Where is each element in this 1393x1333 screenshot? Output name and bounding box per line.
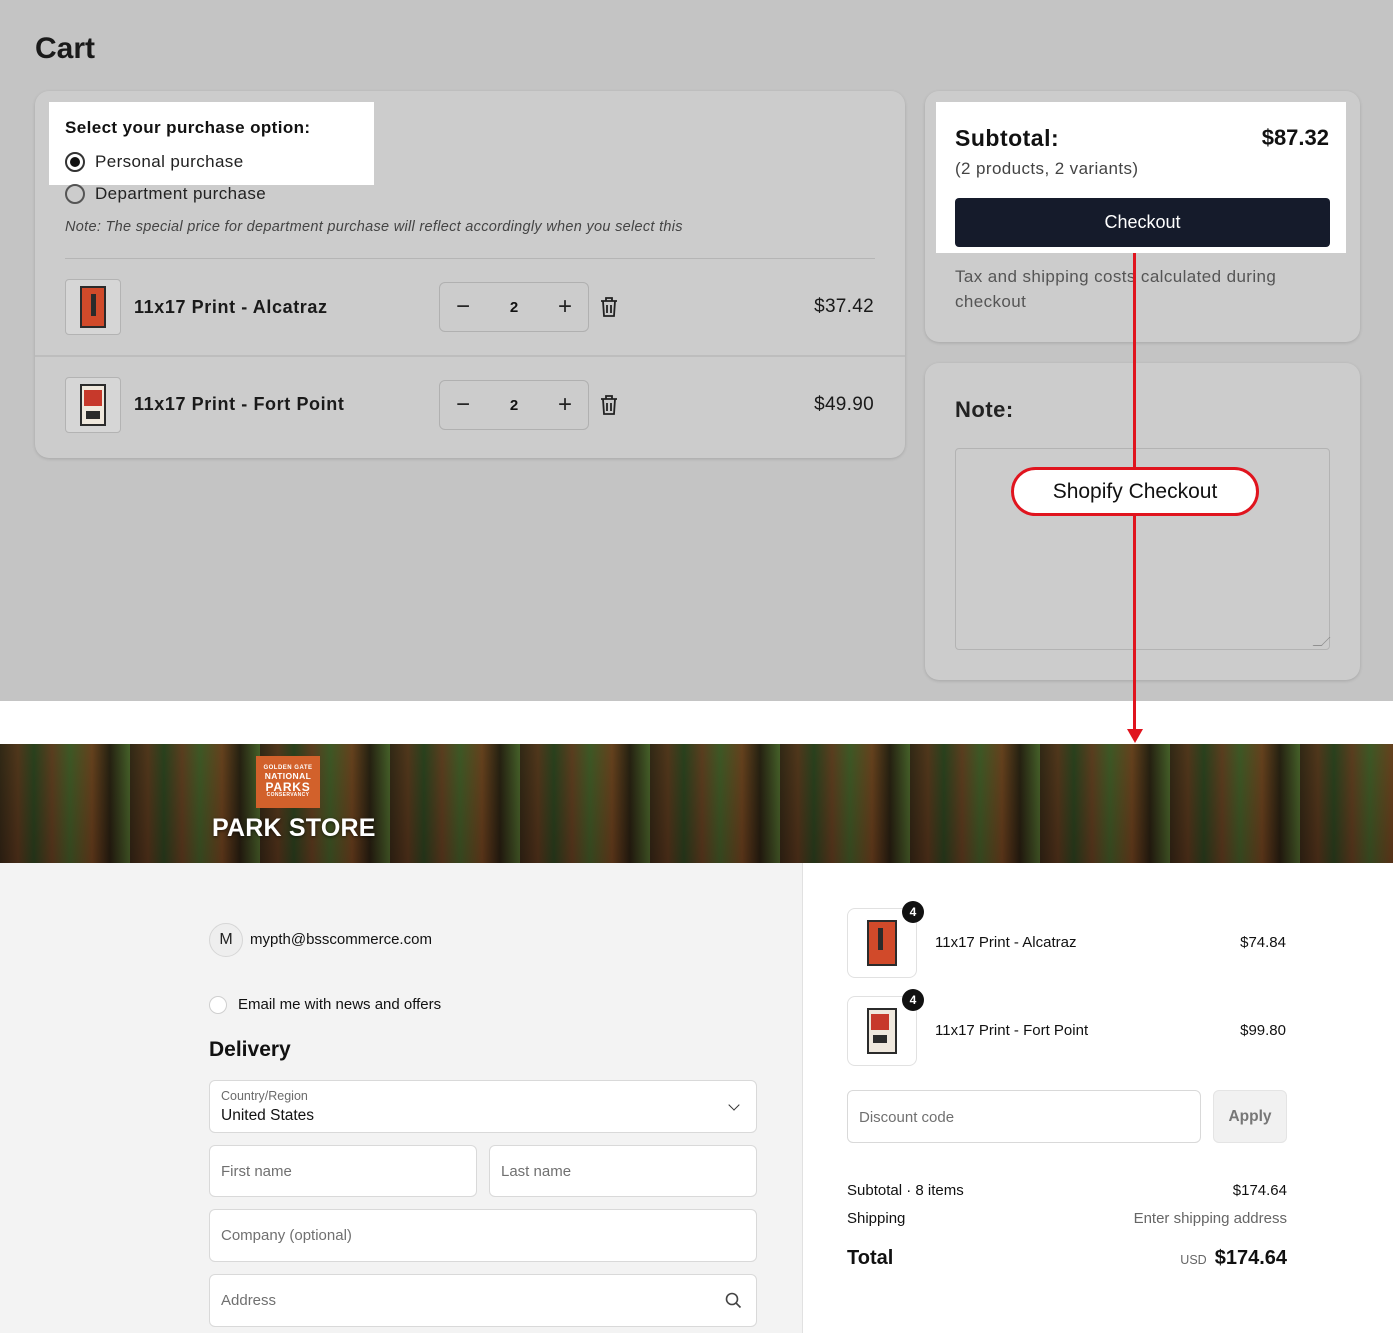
trash-icon[interactable]	[599, 394, 619, 416]
newsletter-checkbox[interactable]	[209, 996, 227, 1014]
purchase-option-highlight	[49, 102, 374, 185]
purchase-option-title: Select your purchase option:	[65, 118, 311, 137]
country-value: United States	[221, 1107, 315, 1124]
input-placeholder: Address	[221, 1292, 277, 1309]
radio-unselected-icon[interactable]	[65, 184, 85, 204]
row-divider	[35, 355, 905, 357]
store-name[interactable]: PARK STORE	[212, 814, 376, 843]
delivery-heading: Delivery	[209, 1038, 291, 1061]
quantity-badge: 4	[902, 989, 924, 1011]
last-name-input[interactable]: Last name	[489, 1145, 757, 1197]
address-input[interactable]: Address	[209, 1274, 757, 1327]
subtotal-value: $87.32	[1261, 125, 1329, 150]
subtotal-value: $174.64	[1232, 1182, 1287, 1199]
radio-department-purchase[interactable]: Department purchase	[65, 184, 266, 204]
currency-code: USD	[1180, 1253, 1207, 1267]
total-value: $174.64	[1214, 1247, 1287, 1269]
cart-item-price: $49.90	[814, 394, 874, 415]
tax-shipping-note: Tax and shipping costs calculated during…	[955, 267, 1277, 311]
annotation-arrow-icon	[1127, 729, 1143, 743]
shipping-value: Enter shipping address	[1133, 1210, 1287, 1227]
total-row: Total USD $174.64	[847, 1247, 1287, 1270]
radio-selected-icon[interactable]	[65, 152, 85, 172]
divider	[65, 258, 875, 259]
search-icon	[725, 1292, 742, 1309]
input-placeholder: Company (optional)	[221, 1227, 352, 1244]
annotation-line	[1133, 515, 1136, 731]
subtotal-label: Subtotal · 8 items	[847, 1182, 964, 1199]
qty-value[interactable]: 2	[510, 397, 518, 414]
discount-code-input[interactable]: Discount code	[847, 1090, 1201, 1143]
product-thumbnail[interactable]	[65, 279, 121, 335]
order-item-thumbnail: 4	[847, 901, 924, 978]
subtotal-row: Subtotal · 8 items $174.64	[847, 1182, 1287, 1199]
trash-icon[interactable]	[599, 296, 619, 318]
store-banner: GOLDEN GATE NATIONAL PARKS CONSERVANCY P…	[0, 744, 1393, 863]
logo-text: CONSERVANCY	[266, 792, 310, 799]
cart-item-name[interactable]: 11x17 Print - Alcatraz	[134, 297, 328, 318]
increase-qty-button[interactable]: +	[558, 393, 572, 417]
total-label: Total	[847, 1247, 894, 1269]
cart-screen: Cart Select your purchase option: Person…	[0, 0, 1393, 701]
quantity-stepper: − 2 +	[439, 282, 589, 332]
first-name-input[interactable]: First name	[209, 1145, 477, 1197]
decrease-qty-button[interactable]: −	[456, 295, 470, 319]
input-placeholder: Last name	[501, 1163, 572, 1180]
subtotal-note: (2 products, 2 variants)	[955, 159, 1139, 178]
order-item-price: $99.80	[1240, 1022, 1286, 1039]
country-select[interactable]: Country/Region United States	[209, 1080, 757, 1133]
account-avatar[interactable]: M	[209, 923, 243, 957]
alcatraz-print-icon	[80, 286, 106, 328]
quantity-badge: 4	[902, 901, 924, 923]
apply-discount-button[interactable]: Apply	[1213, 1090, 1287, 1143]
page-title: Cart	[35, 32, 96, 65]
fort-point-print-icon	[80, 384, 106, 426]
forest-banner-image	[0, 744, 1393, 863]
order-item-name: 11x17 Print - Fort Point	[935, 1022, 1089, 1039]
cart-item-price: $37.42	[814, 296, 874, 317]
shipping-row: Shipping Enter shipping address	[847, 1210, 1287, 1227]
total-value-group: USD $174.64	[1180, 1247, 1287, 1270]
quantity-stepper: − 2 +	[439, 380, 589, 430]
input-placeholder: Discount code	[859, 1109, 955, 1126]
order-item-thumbnail: 4	[847, 989, 924, 1066]
shipping-label: Shipping	[847, 1210, 906, 1227]
resize-grip-icon[interactable]	[1312, 637, 1331, 646]
fort-point-print-icon	[867, 1008, 897, 1054]
annotation-label: Shopify Checkout	[1011, 467, 1259, 516]
decrease-qty-button[interactable]: −	[456, 393, 470, 417]
alcatraz-print-icon	[867, 920, 897, 966]
annotation-line	[1133, 253, 1136, 467]
newsletter-label[interactable]: Email me with news and offers	[238, 996, 441, 1013]
conservancy-logo[interactable]: GOLDEN GATE NATIONAL PARKS CONSERVANCY	[256, 756, 320, 808]
order-item-name: 11x17 Print - Alcatraz	[935, 934, 1077, 951]
radio-personal-purchase[interactable]: Personal purchase	[65, 152, 244, 172]
product-thumbnail[interactable]	[65, 377, 121, 433]
order-item-price: $74.84	[1240, 934, 1286, 951]
checkout-button[interactable]: Checkout	[955, 198, 1330, 247]
radio-label: Department purchase	[95, 184, 267, 203]
input-placeholder: First name	[221, 1163, 292, 1180]
radio-label: Personal purchase	[95, 152, 244, 171]
increase-qty-button[interactable]: +	[558, 295, 572, 319]
cart-item-name[interactable]: 11x17 Print - Fort Point	[134, 394, 344, 415]
chevron-down-icon	[728, 1099, 740, 1111]
note-label: Note:	[955, 397, 1014, 422]
company-input[interactable]: Company (optional)	[209, 1209, 757, 1262]
account-email: mypth@bsscommerce.com	[250, 931, 432, 948]
country-label: Country/Region	[221, 1089, 308, 1103]
subtotal-label: Subtotal:	[955, 125, 1060, 151]
qty-value[interactable]: 2	[510, 299, 518, 316]
department-note: Note: The special price for department p…	[65, 219, 683, 235]
